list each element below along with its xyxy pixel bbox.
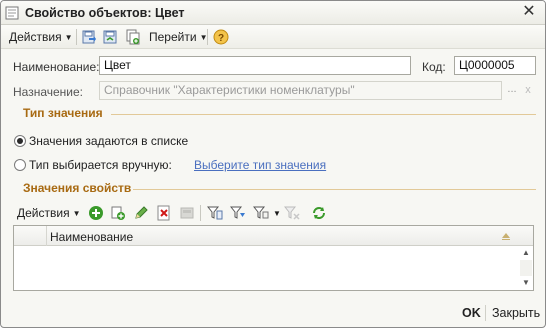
filter-history-icon[interactable] — [253, 205, 269, 221]
save-and-close-icon[interactable] — [81, 29, 97, 45]
purpose-label: Назначение: — [13, 85, 84, 99]
table-header: Наименование — [14, 226, 533, 246]
filter-icon[interactable] — [230, 205, 246, 221]
chevron-down-icon[interactable]: ▼ — [273, 209, 281, 218]
manual-type-radio[interactable] — [14, 159, 26, 171]
sort-icon[interactable] — [501, 232, 511, 240]
toolbar-divider — [207, 29, 208, 45]
column-divider — [46, 226, 47, 246]
goto-menu-label: Перейти — [149, 30, 197, 44]
save-icon[interactable] — [102, 29, 118, 45]
clear-filter-disabled-icon — [284, 206, 300, 220]
purpose-field: Справочник "Характеристики номенклатуры" — [99, 81, 502, 100]
edit-pencil-icon[interactable] — [133, 205, 149, 221]
toolbar-divider — [200, 205, 201, 221]
values-actions-menu-button[interactable]: Действия ▼ — [17, 205, 81, 221]
form-icon — [5, 6, 19, 20]
scroll-down-icon[interactable]: ▼ — [520, 277, 532, 289]
copy-row-icon[interactable] — [110, 205, 126, 221]
actions-menu-button[interactable]: Действия ▼ — [9, 29, 73, 45]
chevron-down-icon: ▼ — [72, 209, 81, 218]
name-label: Наименование: — [13, 60, 100, 74]
values-actions-label: Действия — [17, 206, 70, 220]
manual-type-label[interactable]: Тип выбирается вручную: — [29, 158, 172, 172]
close-icon[interactable]: ✕ — [521, 4, 537, 20]
filter-by-value-icon[interactable] — [207, 205, 223, 221]
refresh-icon[interactable] — [311, 205, 327, 221]
goto-menu-button[interactable]: Перейти ▼ — [149, 29, 207, 45]
close-button[interactable]: Закрыть — [492, 306, 540, 320]
toolbar-divider — [76, 29, 77, 45]
chevron-down-icon: ▼ — [64, 33, 73, 42]
main-toolbar: Действия ▼ Перейти ▼ ? — [1, 25, 545, 49]
footer-divider — [485, 305, 486, 321]
ok-button[interactable]: OK — [462, 306, 481, 320]
select-type-link[interactable]: Выберите тип значения — [194, 158, 326, 172]
copy-document-icon[interactable] — [125, 29, 141, 45]
title-bar: Свойство объектов: Цвет ✕ — [1, 1, 545, 25]
scroll-up-icon[interactable]: ▲ — [520, 247, 532, 259]
value-type-section-title: Тип значения — [23, 106, 103, 120]
name-field[interactable]: Цвет — [99, 56, 411, 75]
values-in-list-radio[interactable] — [14, 135, 26, 147]
property-window: Свойство объектов: Цвет ✕ Действия ▼ Пере… — [0, 0, 546, 328]
column-header-name[interactable]: Наименование — [50, 230, 133, 244]
section-divider — [111, 114, 536, 115]
values-in-list-label[interactable]: Значения задаются в списке — [29, 134, 188, 148]
window-title: Свойство объектов: Цвет — [25, 6, 185, 20]
code-field[interactable]: Ц0000005 — [454, 56, 536, 75]
values-table[interactable]: Наименование ▲ ▼ — [13, 225, 534, 291]
help-glyph: ? — [218, 33, 224, 44]
code-label: Код: — [422, 60, 446, 74]
delete-icon[interactable] — [156, 205, 172, 221]
purpose-select-button: ... — [507, 83, 517, 95]
actions-menu-label: Действия — [9, 30, 62, 44]
purpose-clear-button: x — [525, 84, 531, 96]
post-disabled-icon — [180, 207, 194, 219]
scrollbar-track[interactable] — [520, 260, 532, 276]
help-icon[interactable]: ? — [213, 29, 229, 45]
add-icon[interactable] — [88, 205, 104, 221]
values-section-title: Значения свойств — [23, 181, 132, 195]
section-divider — [133, 189, 536, 190]
